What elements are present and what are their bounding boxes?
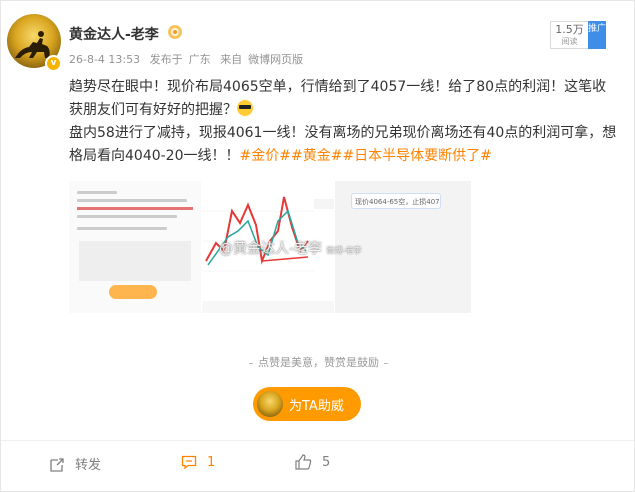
support-avatar	[257, 391, 283, 417]
mini-text	[77, 227, 167, 230]
like-icon	[295, 454, 312, 470]
username[interactable]: 黄金达人-老李	[69, 24, 159, 44]
like-count: 5	[322, 455, 331, 470]
repost-label: 转发	[75, 458, 102, 473]
hint-dash-left	[249, 362, 253, 364]
post-meta: 26-8-4 13:53 发布于 广东 来自 微博网页版	[69, 51, 309, 67]
hint-dash-right	[384, 362, 388, 364]
source-prefix: 发布于	[149, 53, 183, 66]
verified-icon: v	[45, 55, 62, 72]
read-count-box: 1.5万 阅读	[550, 21, 588, 49]
comment-count: 1	[207, 455, 216, 470]
hashtag-gold-price[interactable]: #金价#	[240, 148, 291, 164]
weibo-post-card: v 黄金达人-老李 26-8-4 13:53 发布于 广东 来自 微博网页版 1.5…	[0, 0, 635, 492]
promote-button[interactable]: 推广	[588, 21, 606, 49]
mini-embedded-image	[79, 241, 191, 281]
mini-support-button	[109, 285, 157, 299]
read-count-label: 阅读	[561, 37, 578, 46]
fan-badge-icon[interactable]	[167, 24, 183, 40]
read-count: 1.5万	[555, 23, 584, 36]
action-divider	[1, 440, 634, 441]
post-client: 微博网页版	[248, 53, 304, 66]
chat-bubble: 现价4064-65空，止损4072...	[351, 193, 441, 209]
watermark-text: @黄金达人-老李	[219, 241, 323, 257]
hashtag-japan-semiconductor[interactable]: #日本半导体要断供了#	[342, 148, 491, 164]
comment-button[interactable]: 1	[181, 454, 215, 470]
mini-text	[77, 191, 117, 194]
repost-button[interactable]: 转发	[49, 454, 101, 473]
like-button[interactable]: 5	[295, 454, 330, 470]
mini-highlight	[77, 207, 193, 210]
post-image-1[interactable]	[69, 181, 201, 313]
post-date[interactable]: 26-8-4 13:53	[69, 53, 140, 66]
mini-text	[77, 199, 187, 202]
reward-hint: 点赞是美意，赞赏是鼓励	[1, 354, 635, 370]
repost-icon	[50, 458, 64, 472]
image-watermark: @黄金达人-老李 微博-老李	[219, 238, 361, 258]
post-body: 趋势尽在眼中！现价布局4065空单，行情给到了4057一线！给了80点的利润！这…	[69, 76, 617, 168]
hashtag-gold[interactable]: #黄金#	[291, 148, 342, 164]
mini-text	[77, 215, 177, 218]
client-prefix: 来自	[220, 53, 243, 66]
post-location: 广东	[188, 53, 211, 66]
sunglasses-emoji-icon	[237, 100, 253, 116]
watermark-subtext: 微博-老李	[326, 246, 362, 255]
support-button-label: 为TA助威	[289, 399, 344, 414]
comment-icon	[181, 455, 197, 470]
support-button[interactable]: 为TA助威	[253, 387, 361, 421]
reward-hint-text: 点赞是美意，赞赏是鼓励	[258, 356, 379, 369]
post-text-line1: 趋势尽在眼中！现价布局4065空单，行情给到了4057一线！给了80点的利润！这…	[69, 79, 607, 118]
